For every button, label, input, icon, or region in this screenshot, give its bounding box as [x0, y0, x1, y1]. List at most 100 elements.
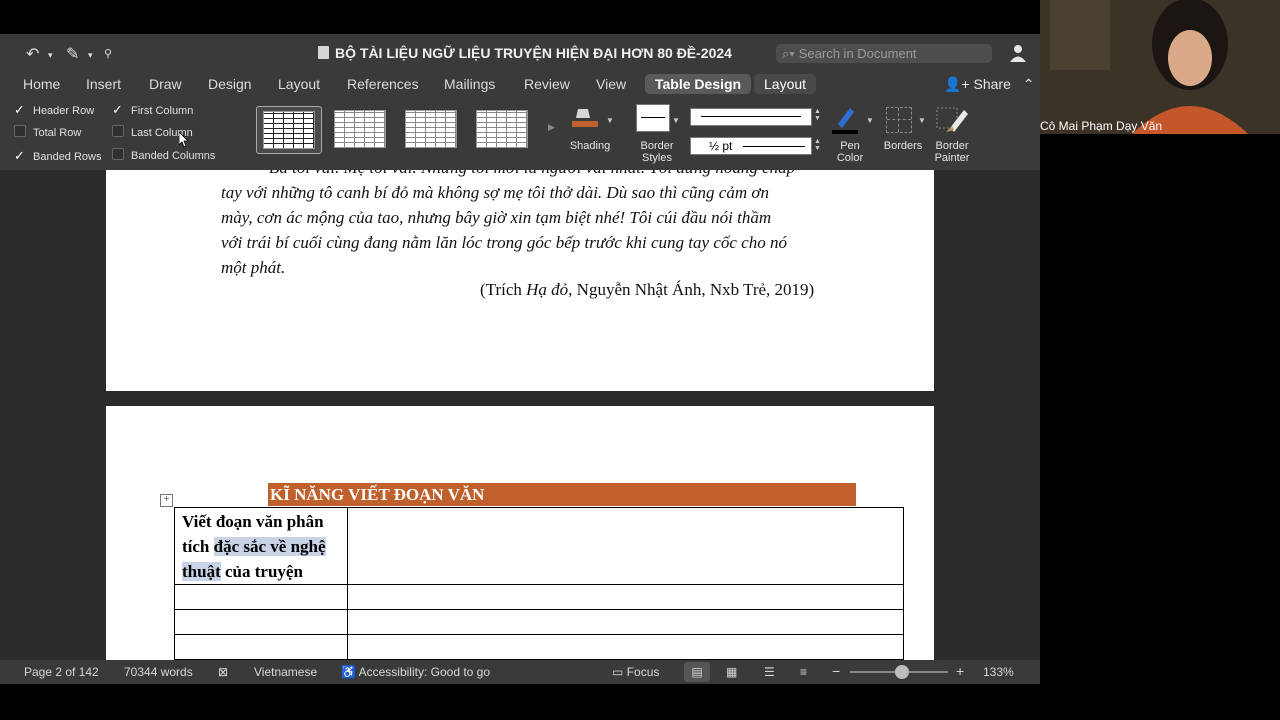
table-cell-prompt[interactable]: Viết đoạn văn phân tích đặc sắc về nghệ … [174, 507, 348, 585]
banded-rows-label: Banded Rows [33, 151, 102, 163]
border-styles-button[interactable] [636, 104, 670, 132]
table-row [174, 634, 904, 660]
table-cell[interactable] [174, 609, 348, 635]
checkbox-box [112, 125, 124, 137]
zoom-slider-handle[interactable] [895, 665, 909, 679]
undo-icon[interactable]: ↶ [26, 44, 39, 64]
zoom-in-icon[interactable]: + [956, 663, 964, 679]
tab-review[interactable]: Review [524, 76, 570, 92]
tab-table-layout[interactable]: Layout [754, 74, 817, 94]
table-cell[interactable] [347, 584, 904, 610]
collapse-ribbon-icon[interactable]: ⌃ [1023, 76, 1035, 92]
borders-dropdown-icon[interactable]: ▼ [918, 116, 926, 125]
ribbon-tabs: Home Insert Draw Design Layout Reference… [0, 72, 1040, 98]
zoom-out-icon[interactable]: − [832, 663, 840, 679]
accessibility-icon: ♿ [341, 665, 356, 679]
word-window: ↶ ▾ ✎ ▾ ⚲ BỘ TÀI LIỆU NGỮ LIỆU TRUYỆN HI… [0, 34, 1040, 684]
table-cell[interactable] [347, 634, 904, 660]
selected-text: thuật [182, 562, 221, 581]
border-painter-label: Border Painter [934, 140, 970, 164]
tab-insert[interactable]: Insert [86, 76, 121, 92]
pen-color-icon[interactable] [830, 104, 860, 134]
first-column-label: First Column [131, 105, 194, 117]
document-canvas[interactable]: Bà tôi vái. Mẹ tôi vái. Nhưng tôi mới là… [0, 170, 1040, 660]
tab-mailings[interactable]: Mailings [444, 76, 495, 92]
zoom-level[interactable]: 133% [983, 665, 1014, 679]
shading-dropdown-icon[interactable]: ▼ [606, 116, 614, 125]
borders-icon[interactable] [886, 107, 912, 133]
checkbox-box [112, 148, 124, 160]
table-cell[interactable] [174, 584, 348, 610]
border-styles-dropdown-icon[interactable]: ▼ [672, 116, 680, 125]
line-style-select[interactable] [690, 108, 812, 126]
customize-toolbar-icon[interactable]: ⚲ [104, 47, 112, 60]
line-weight-stepper-icon[interactable]: ▲ ▼ [814, 138, 821, 152]
table-style-4[interactable] [470, 106, 534, 152]
pen-color-label: Pen Color [836, 140, 864, 164]
edit-document-icon[interactable]: ✎ [66, 44, 79, 64]
header-row-label: Header Row [33, 105, 95, 117]
table-style-3[interactable] [399, 106, 463, 152]
page-count[interactable]: Page 2 of 142 [24, 665, 99, 679]
accessibility-status[interactable]: ♿ Accessibility: Good to go [341, 665, 490, 679]
table-row: Viết đoạn văn phân tích đặc sắc về nghệ … [174, 507, 904, 585]
banded-rows-checkbox[interactable]: ✓ Banded Rows [14, 148, 102, 164]
add-person-icon: 👤+ [944, 76, 970, 92]
table-cell[interactable] [347, 609, 904, 635]
tab-table-design[interactable]: Table Design [645, 74, 752, 94]
table-cell[interactable] [174, 634, 348, 660]
pen-color-dropdown-icon[interactable]: ▼ [866, 116, 874, 125]
search-icon: ⌕▾ [782, 46, 795, 61]
checkmark-icon: ✓ [14, 102, 25, 117]
share-label: Share [973, 76, 1011, 92]
share-button[interactable]: 👤+ Share ⌃ [944, 76, 1034, 93]
focus-icon: ▭ [612, 665, 624, 679]
outline-view-icon[interactable]: ☰ [764, 665, 775, 679]
table-cell[interactable] [347, 507, 904, 585]
banded-columns-checkbox[interactable]: Banded Columns [112, 148, 215, 162]
excerpt-line: mày, cơn ác mộng của tao, nhưng bây giờ … [221, 208, 772, 227]
focus-button[interactable]: ▭ Focus [612, 665, 659, 679]
line-style-stepper-icon[interactable]: ▲ ▼ [814, 108, 821, 122]
gallery-next-icon[interactable]: ▶ [548, 122, 555, 133]
edit-dropdown-icon[interactable]: ▾ [88, 50, 93, 61]
border-painter-icon[interactable] [936, 106, 970, 134]
tab-design[interactable]: Design [208, 76, 252, 92]
mouse-cursor-icon [179, 132, 189, 148]
banded-columns-label: Banded Columns [131, 150, 216, 162]
table-style-1[interactable] [256, 106, 322, 154]
tab-view[interactable]: View [596, 76, 626, 92]
print-layout-icon[interactable]: ▤ [684, 662, 710, 682]
document-title-text: BỘ TÀI LIỆU NGỮ LIỆU TRUYỆN HIỆN ĐẠI HƠN… [335, 45, 732, 61]
tab-layout[interactable]: Layout [278, 76, 320, 92]
first-column-checkbox[interactable]: ✓ First Column [112, 102, 193, 118]
undo-dropdown-icon[interactable]: ▾ [48, 50, 53, 61]
draft-view-icon[interactable]: ≡ [800, 665, 807, 679]
table-style-2[interactable] [328, 106, 392, 152]
shading-bucket-icon[interactable] [572, 106, 598, 128]
document-title: BỘ TÀI LIỆU NGỮ LIỆU TRUYỆN HIỆN ĐẠI HƠN… [318, 45, 732, 61]
title-bar: ↶ ▾ ✎ ▾ ⚲ BỘ TÀI LIỆU NGỮ LIỆU TRUYỆN HI… [0, 34, 1040, 72]
citation: (Trích Hạ đỏ, Nguyễn Nhật Ánh, Nxb Trẻ, … [480, 280, 815, 299]
tab-references[interactable]: References [347, 76, 419, 92]
word-count[interactable]: 70344 words [124, 665, 193, 679]
table-move-handle-icon[interactable]: + [160, 494, 173, 507]
web-layout-icon[interactable]: ▦ [726, 665, 737, 679]
excerpt-line: tay với những tô canh bí đỏ mà không sợ … [221, 183, 769, 202]
checkmark-icon: ✓ [14, 148, 25, 163]
checkmark-icon: ✓ [112, 102, 123, 117]
line-weight-select[interactable]: ½ pt [690, 137, 812, 155]
proofing-icon[interactable]: ⊠ [218, 665, 228, 679]
word-document-icon [318, 46, 329, 59]
tab-home[interactable]: Home [23, 76, 60, 92]
header-row-checkbox[interactable]: ✓ Header Row [14, 102, 94, 118]
tab-draw[interactable]: Draw [149, 76, 182, 92]
writing-table: Viết đoạn văn phân tích đặc sắc về nghệ … [174, 507, 904, 660]
account-icon[interactable] [1008, 43, 1028, 63]
total-row-checkbox[interactable]: Total Row [14, 125, 81, 139]
status-bar: Page 2 of 142 70344 words ⊠ Vietnamese ♿… [0, 660, 1040, 684]
search-input[interactable]: ⌕▾ Search in Document [776, 44, 992, 63]
selected-text: đặc sắc về nghệ [213, 537, 326, 556]
shading-label: Shading [569, 140, 611, 152]
language[interactable]: Vietnamese [254, 665, 317, 679]
